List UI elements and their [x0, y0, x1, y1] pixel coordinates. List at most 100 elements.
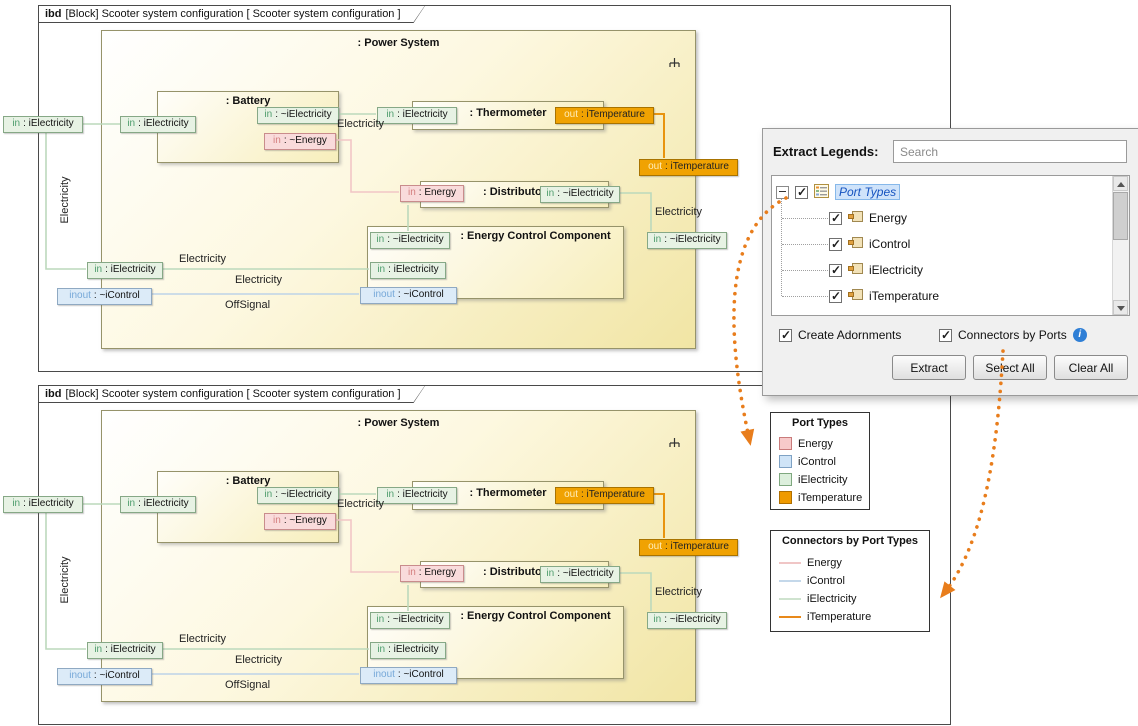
connector-label-electricity[interactable]: Electricity [337, 118, 384, 130]
scrollbar-thumb[interactable] [1113, 192, 1128, 240]
port-direction-label: in [127, 118, 135, 129]
port-distributor-in-energy[interactable]: in: Energy [400, 185, 464, 202]
connector-label-electricity[interactable]: Electricity [655, 206, 702, 218]
tree-item-icontrol[interactable]: iControl [829, 233, 910, 255]
connector-label-electricity[interactable]: Electricity [179, 253, 226, 265]
tree-item-label-ielectricity[interactable]: iElectricity [869, 263, 923, 277]
port-direction-label: out [648, 161, 662, 172]
port-types-checkbox[interactable] [795, 186, 808, 199]
port-boundary-out-itemperature[interactable]: out: iTemperature [639, 539, 738, 556]
tree-item-label-itemperature[interactable]: iTemperature [869, 289, 939, 303]
diagram-frame-tab[interactable]: ibd[Block] Scooter system configuration … [38, 385, 426, 403]
tree-item-label-icontrol[interactable]: iControl [869, 237, 910, 251]
port-thermometer-out-itemperature[interactable]: out: iTemperature [555, 107, 654, 124]
port-type-label: : iTemperature [581, 109, 645, 120]
clear-all-button[interactable]: Clear All [1054, 355, 1128, 380]
tree-item-label-port-types[interactable]: Port Types [835, 184, 900, 200]
tree-item-label-energy[interactable]: Energy [869, 211, 907, 225]
port-direction-label: in [377, 644, 385, 655]
diagram-frame-tab[interactable]: ibd[Block] Scooter system configuration … [38, 5, 426, 23]
port-type-label: : ~Energy [284, 515, 327, 526]
connector-label-electricity[interactable]: Electricity [59, 164, 71, 236]
create-adornments-option[interactable]: Create Adornments [779, 328, 901, 342]
collapse-expander-icon[interactable] [776, 186, 789, 199]
connectors-by-port-types-legend[interactable]: Connectors by Port Types Energy iControl… [770, 530, 930, 632]
port-direction-label: in [264, 489, 272, 500]
port-frame-in-ielectricity[interactable]: in: iElectricity [3, 116, 83, 133]
port-boundary-out-itemperature[interactable]: out: iTemperature [639, 159, 738, 176]
port-battery-in-tilde-ielectricity[interactable]: in: ~iElectricity [257, 487, 339, 504]
port-type-icon [848, 288, 863, 304]
extract-legends-dialog: Extract Legends: Port Types Energy [762, 128, 1138, 396]
internal-structure-icon [668, 435, 681, 453]
port-thermometer-in-ielectricity[interactable]: in: iElectricity [377, 107, 457, 124]
port-types-legend[interactable]: Port Types Energy iControl iElectricity … [770, 412, 870, 510]
port-frame-in-ielectricity[interactable]: in: iElectricity [3, 496, 83, 513]
port-direction-label: in [376, 614, 384, 625]
port-distributor-in-tilde-ielectricity[interactable]: in: ~iElectricity [540, 186, 620, 203]
port-battery-in-tilde-energy[interactable]: in: ~Energy [264, 133, 336, 150]
connector-label-offsignal[interactable]: OffSignal [225, 679, 270, 691]
select-all-button[interactable]: Select All [973, 355, 1047, 380]
port-powersystem-inout-icontrol[interactable]: inout: ~iControl [57, 668, 152, 685]
connectors-by-ports-checkbox[interactable] [939, 329, 952, 342]
port-distributor-in-energy[interactable]: in: Energy [400, 565, 464, 582]
power-system-block[interactable]: : Power System : Battery : Thermometer :… [101, 30, 696, 349]
scroll-up-icon[interactable] [1113, 176, 1128, 191]
info-icon[interactable] [1073, 328, 1087, 342]
connector-label-electricity[interactable]: Electricity [655, 586, 702, 598]
connector-label-electricity[interactable]: Electricity [59, 544, 71, 616]
create-adornments-checkbox[interactable] [779, 329, 792, 342]
port-direction-label: in [376, 234, 384, 245]
tree-item-ielectricity[interactable]: iElectricity [829, 259, 923, 281]
connector-label-offsignal[interactable]: OffSignal [225, 299, 270, 311]
port-powersystem-in-ielectricity[interactable]: in: iElectricity [87, 642, 163, 659]
port-powersystem-in-ielectricity[interactable]: in: iElectricity [87, 262, 163, 279]
dialog-buttons: Extract Select All Clear All [892, 355, 1128, 380]
port-type-label: : ~iElectricity [557, 568, 613, 579]
ielectricity-checkbox[interactable] [829, 264, 842, 277]
itemperature-checkbox[interactable] [829, 290, 842, 303]
port-direction-label: in [408, 567, 416, 578]
port-ecc-inout-icontrol[interactable]: inout: ~iControl [360, 667, 457, 684]
icontrol-checkbox[interactable] [829, 238, 842, 251]
port-type-label: : iTemperature [581, 489, 645, 500]
port-thermometer-out-itemperature[interactable]: out: iTemperature [555, 487, 654, 504]
power-system-block[interactable]: : Power System : Battery : Thermometer :… [101, 410, 696, 702]
connector-label-electricity[interactable]: Electricity [235, 654, 282, 666]
connectors-by-ports-option[interactable]: Connectors by Ports [939, 328, 1087, 342]
connector-label-electricity[interactable]: Electricity [179, 633, 226, 645]
port-ecc-inout-icontrol[interactable]: inout: ~iControl [360, 287, 457, 304]
port-ecc-in-ielectricity[interactable]: in: iElectricity [370, 642, 446, 659]
port-thermometer-in-ielectricity[interactable]: in: iElectricity [377, 487, 457, 504]
diagram-frame-tab-inner: ibd[Block] Scooter system configuration … [39, 6, 425, 22]
port-ecc-in-tilde-ielectricity[interactable]: in: ~iElectricity [370, 232, 450, 249]
connector-label-electricity[interactable]: Electricity [235, 274, 282, 286]
tree-scrollbar[interactable] [1112, 176, 1129, 315]
port-ecc-in-tilde-ielectricity[interactable]: in: ~iElectricity [370, 612, 450, 629]
tree-guide-line [782, 296, 828, 297]
energy-checkbox[interactable] [829, 212, 842, 225]
port-powersystem-inout-icontrol[interactable]: inout: ~iControl [57, 288, 152, 305]
port-ecc-in-ielectricity[interactable]: in: iElectricity [370, 262, 446, 279]
port-boundary-in-tilde-ielectricity[interactable]: in: ~iElectricity [647, 612, 727, 629]
color-swatch [779, 437, 792, 450]
tree-item-port-types[interactable]: Port Types [776, 181, 900, 203]
port-battery-in-ielectricity[interactable]: in: iElectricity [120, 116, 196, 133]
port-battery-in-tilde-ielectricity[interactable]: in: ~iElectricity [257, 107, 339, 124]
frame-kind-label: ibd [45, 388, 62, 400]
tree-item-energy[interactable]: Energy [829, 207, 907, 229]
connector-label-electricity[interactable]: Electricity [337, 498, 384, 510]
search-input[interactable] [893, 140, 1127, 163]
port-boundary-in-tilde-ielectricity[interactable]: in: ~iElectricity [647, 232, 727, 249]
port-type-label: : iElectricity [397, 489, 448, 500]
port-battery-in-ielectricity[interactable]: in: iElectricity [120, 496, 196, 513]
legend-item-label: iControl [798, 456, 836, 468]
scroll-down-icon[interactable] [1113, 300, 1128, 315]
tree-item-itemperature[interactable]: iTemperature [829, 285, 939, 307]
port-type-label: : Energy [419, 567, 456, 578]
legend-type-tree: Port Types Energy iControl iElectricity [771, 175, 1130, 316]
extract-button[interactable]: Extract [892, 355, 966, 380]
port-battery-in-tilde-energy[interactable]: in: ~Energy [264, 513, 336, 530]
port-distributor-in-tilde-ielectricity[interactable]: in: ~iElectricity [540, 566, 620, 583]
